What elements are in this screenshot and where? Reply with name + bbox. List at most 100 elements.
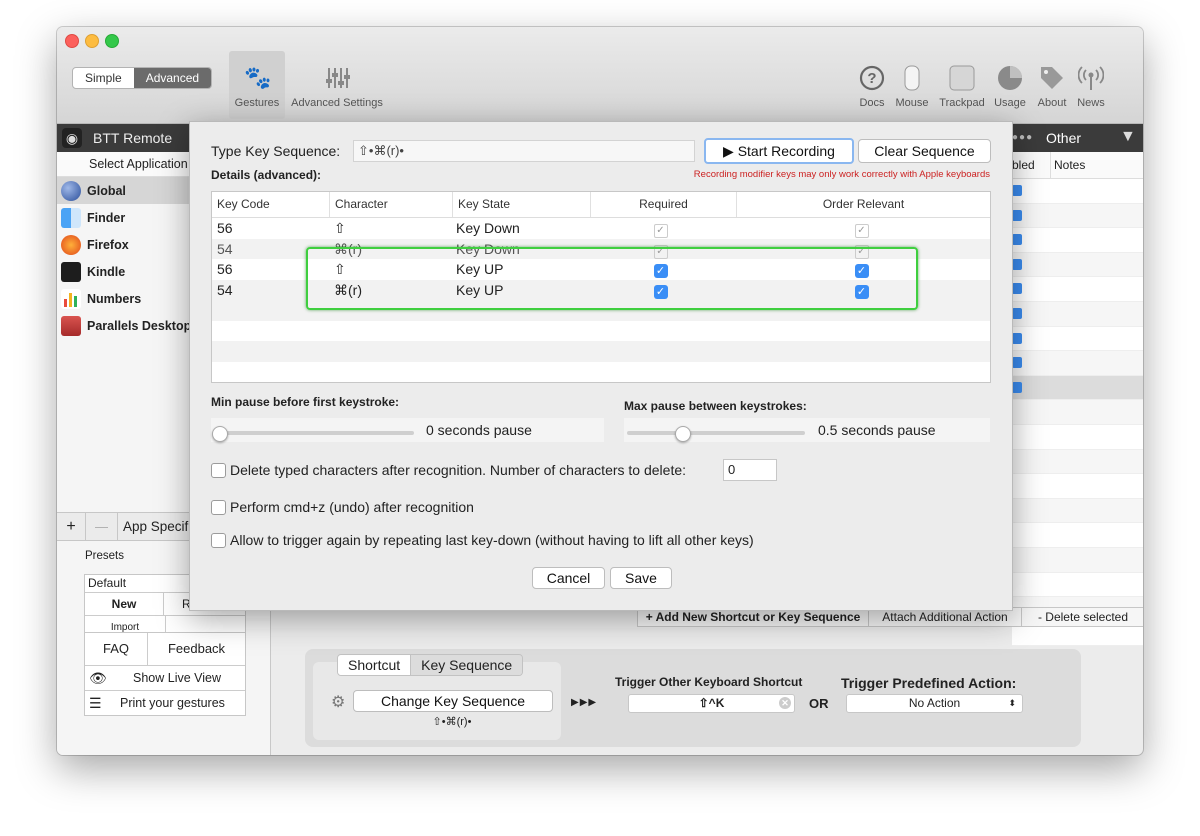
save-button[interactable]: Save bbox=[610, 567, 672, 589]
mode-switch[interactable]: Simple Advanced bbox=[72, 67, 213, 89]
key-sequence-field[interactable]: ⇧•⌘(r)• bbox=[353, 140, 695, 162]
max-pause-knob[interactable] bbox=[675, 426, 692, 442]
btt-remote-label[interactable]: BTT Remote bbox=[93, 130, 172, 146]
cmdz-checkbox[interactable] bbox=[211, 500, 226, 515]
print-gestures-button[interactable]: ☰ Print your gestures bbox=[85, 691, 245, 715]
tab-key-sequence[interactable]: Key Sequence bbox=[410, 655, 523, 675]
delete-typed-checkbox[interactable] bbox=[211, 463, 226, 478]
trigger-type-tabs[interactable]: Shortcut Key Sequence bbox=[337, 654, 524, 676]
enabled-checkbox[interactable] bbox=[1012, 332, 1022, 344]
table-row[interactable] bbox=[1012, 400, 1143, 425]
wifi-icon: ◉ bbox=[62, 128, 82, 148]
min-pause-knob[interactable] bbox=[212, 426, 228, 442]
minimize-window-button[interactable] bbox=[85, 34, 99, 48]
mode-simple-button[interactable]: Simple bbox=[73, 68, 134, 88]
mode-advanced-button[interactable]: Advanced bbox=[133, 68, 212, 88]
tab-gestures[interactable]: 🐾 Gestures bbox=[229, 51, 285, 119]
shortcut-recorder-field[interactable]: ⇧^K ✕ bbox=[628, 694, 795, 713]
table-row[interactable] bbox=[1012, 203, 1143, 229]
app-label: Kindle bbox=[87, 264, 126, 279]
usage-button[interactable]: Usage bbox=[991, 65, 1029, 109]
table-row[interactable] bbox=[1012, 572, 1143, 598]
tab-shortcut[interactable]: Shortcut bbox=[338, 655, 411, 675]
news-button[interactable]: News bbox=[1073, 65, 1109, 109]
list-icon: ☰ bbox=[89, 695, 102, 711]
table-row[interactable]: 56 ⇧ Key Down ✓ ✓ bbox=[212, 218, 990, 239]
table-row[interactable] bbox=[1012, 375, 1143, 401]
enabled-checkbox[interactable] bbox=[1012, 283, 1022, 295]
table-header: Key Code Character Key State Required Or… bbox=[212, 192, 990, 218]
mouse-icon bbox=[899, 65, 925, 91]
docs-button[interactable]: ? Docs bbox=[855, 65, 889, 109]
app-label: Firefox bbox=[87, 237, 129, 252]
allow-trigger-checkbox[interactable] bbox=[211, 533, 226, 548]
table-row[interactable] bbox=[1012, 351, 1143, 376]
table-row[interactable] bbox=[1012, 179, 1143, 204]
table-row[interactable] bbox=[1012, 301, 1143, 327]
delete-count-input[interactable]: 0 bbox=[723, 459, 777, 481]
enabled-checkbox[interactable] bbox=[1012, 209, 1022, 221]
table-row[interactable] bbox=[1012, 252, 1143, 278]
show-live-view-button[interactable]: 👁 Show Live View bbox=[85, 666, 245, 691]
feedback-button[interactable]: Feedback bbox=[148, 633, 245, 665]
app-label: Global bbox=[87, 183, 126, 198]
delete-selected-button[interactable]: - Delete selected bbox=[1022, 608, 1143, 626]
enabled-checkbox[interactable] bbox=[1012, 258, 1022, 270]
tab-advanced-settings[interactable]: Advanced Settings bbox=[287, 65, 387, 109]
svg-text:?: ? bbox=[867, 70, 876, 87]
tab-advanced-settings-label: Advanced Settings bbox=[291, 97, 383, 109]
trackpad-button[interactable]: Trackpad bbox=[935, 65, 989, 109]
table-row[interactable] bbox=[1012, 449, 1143, 475]
clear-sequence-button[interactable]: Clear Sequence bbox=[858, 139, 991, 163]
table-row[interactable] bbox=[1012, 277, 1143, 302]
enabled-column-header: bled bbox=[1012, 158, 1035, 172]
gear-icon[interactable]: ⚙ bbox=[331, 692, 345, 712]
enabled-checkbox[interactable] bbox=[1012, 234, 1022, 246]
max-pause-value: 0.5 seconds pause bbox=[818, 422, 936, 438]
toolbar: Simple Advanced 🐾 Gestures Advanced Sett… bbox=[57, 27, 1143, 124]
arrows-icon: ▶▶▶ bbox=[571, 697, 598, 708]
table-row[interactable] bbox=[1012, 424, 1143, 450]
table-row[interactable] bbox=[1012, 547, 1143, 573]
max-pause-track[interactable] bbox=[627, 431, 805, 435]
trackpad-label: Trackpad bbox=[939, 97, 985, 109]
app-label: Finder bbox=[87, 210, 126, 225]
add-app-button[interactable]: + bbox=[57, 513, 86, 540]
enabled-checkbox[interactable] bbox=[1012, 185, 1022, 196]
min-pause-track[interactable] bbox=[214, 431, 414, 435]
usage-label: Usage bbox=[994, 97, 1026, 109]
preset-new-button[interactable]: New bbox=[85, 593, 164, 615]
start-recording-button[interactable]: ▶ Start Recording bbox=[704, 138, 854, 164]
shortcut-value: ⇧^K bbox=[698, 696, 725, 710]
table-row[interactable] bbox=[1012, 228, 1143, 253]
zoom-window-button[interactable] bbox=[105, 34, 119, 48]
table-row[interactable] bbox=[1012, 474, 1143, 499]
order-relevant-cell: ✓ bbox=[733, 218, 990, 239]
firefox-icon bbox=[61, 234, 81, 255]
table-row[interactable] bbox=[1012, 498, 1143, 524]
dropdown-triangle-icon[interactable]: ▼ bbox=[1120, 128, 1136, 146]
main-window: Simple Advanced 🐾 Gestures Advanced Sett… bbox=[57, 27, 1143, 755]
trigger-predefined-label: Trigger Predefined Action: bbox=[841, 675, 1017, 691]
predefined-action-value: No Action bbox=[908, 696, 961, 710]
close-window-button[interactable] bbox=[65, 34, 79, 48]
enabled-checkbox[interactable] bbox=[1012, 357, 1022, 369]
enabled-checkbox[interactable] bbox=[1012, 307, 1022, 319]
mouse-button[interactable]: Mouse bbox=[893, 65, 931, 109]
remove-app-button[interactable]: — bbox=[86, 513, 118, 540]
cancel-button[interactable]: Cancel bbox=[532, 567, 605, 589]
predefined-action-select[interactable]: No Action ⬍ bbox=[846, 694, 1023, 713]
other-tab[interactable]: Other bbox=[1046, 130, 1081, 146]
table-row[interactable] bbox=[1012, 326, 1143, 352]
check-icon[interactable]: ✓ bbox=[854, 224, 869, 238]
about-button[interactable]: About bbox=[1033, 65, 1071, 109]
enabled-checkbox[interactable] bbox=[1012, 381, 1022, 393]
clear-icon[interactable]: ✕ bbox=[779, 697, 791, 709]
faq-button[interactable]: FAQ bbox=[85, 633, 148, 665]
max-pause-row: 0.5 seconds pause bbox=[624, 418, 990, 442]
bottom-config-panel: Shortcut Key Sequence ⚙ Change Key Seque… bbox=[305, 649, 1081, 747]
character-cell: ⇧ bbox=[334, 220, 346, 236]
table-row[interactable] bbox=[1012, 523, 1143, 548]
check-icon[interactable]: ✓ bbox=[653, 224, 668, 238]
change-key-sequence-button[interactable]: Change Key Sequence bbox=[353, 690, 553, 712]
